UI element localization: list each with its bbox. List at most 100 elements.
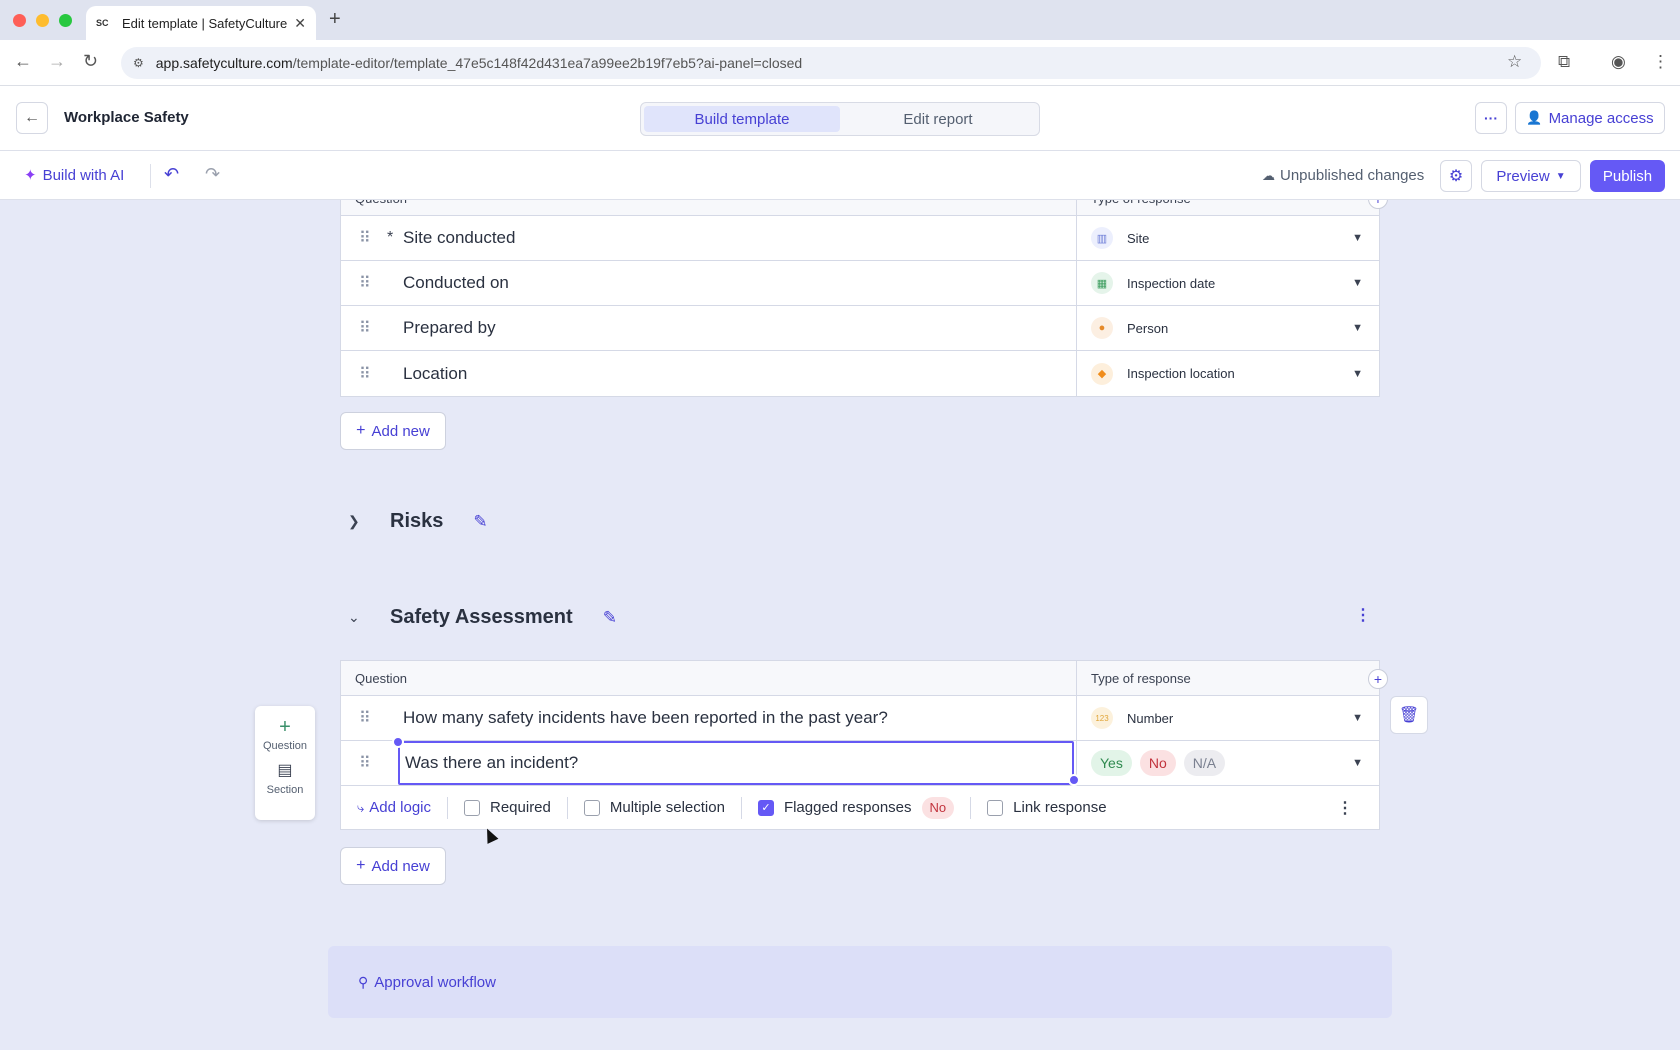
redo-icon[interactable]: ↷ bbox=[205, 164, 220, 185]
response-type-select[interactable]: ▦ Inspection date ▼ bbox=[1077, 261, 1379, 305]
response-type-select[interactable]: ▥ Site ▼ bbox=[1077, 216, 1379, 260]
add-new-button[interactable]: + Add new bbox=[340, 412, 446, 450]
section-title[interactable]: Risks bbox=[390, 510, 443, 533]
drag-handle-icon[interactable]: ⠿ bbox=[359, 708, 371, 728]
table-row[interactable]: ⠿ Prepared by ● Person ▼ bbox=[341, 306, 1379, 351]
response-type-select[interactable]: Yes No N/A ▼ bbox=[1077, 741, 1379, 785]
back-button[interactable]: ← bbox=[16, 102, 48, 134]
question-more-icon[interactable]: ⋮ bbox=[1337, 798, 1353, 818]
chevron-down-icon: ▼ bbox=[1555, 170, 1566, 182]
divider bbox=[447, 796, 448, 819]
table-row[interactable]: ⠿ How many safety incidents have been re… bbox=[341, 696, 1379, 741]
flagged-responses-checkbox[interactable]: ✓ Flagged responses No bbox=[757, 796, 955, 819]
chevron-down-icon[interactable]: ⌄ bbox=[348, 609, 368, 626]
response-type-select[interactable]: ◆ Inspection location ▼ bbox=[1077, 351, 1379, 396]
gear-icon: ⚙ bbox=[1448, 168, 1464, 185]
table-row[interactable]: ⠿ Location ◆ Inspection location ▼ bbox=[341, 351, 1379, 396]
calendar-icon: ▦ bbox=[1091, 272, 1113, 294]
question-text[interactable]: Conducted on bbox=[403, 273, 509, 293]
checkbox-icon bbox=[987, 799, 1004, 816]
delete-question-button[interactable]: 🗑 bbox=[1390, 696, 1428, 734]
browser-tab[interactable]: SC Edit template | SafetyCulture ✕ bbox=[86, 6, 316, 40]
drag-handle-icon[interactable]: ⠿ bbox=[359, 364, 371, 384]
browser-tab-title: Edit template | SafetyCulture bbox=[122, 15, 288, 31]
maximize-window-button[interactable] bbox=[59, 14, 72, 27]
trash-icon: 🗑 bbox=[1398, 707, 1420, 724]
build-with-ai-button[interactable]: ✦ Build with AI bbox=[24, 166, 124, 185]
reload-icon[interactable]: ↻ bbox=[83, 51, 98, 72]
chevron-down-icon: ▼ bbox=[1352, 757, 1363, 769]
back-arrow-icon[interactable]: ← bbox=[14, 51, 32, 72]
approval-workflow-button[interactable]: ⚲ Approval workflow bbox=[328, 946, 1392, 1018]
arrow-left-icon: ← bbox=[24, 109, 40, 126]
column-header-question: Question bbox=[341, 200, 1077, 215]
response-option-na: N/A bbox=[1183, 750, 1226, 776]
settings-button[interactable]: ⚙ bbox=[1440, 160, 1472, 192]
template-canvas[interactable]: Question Type of response + ⠿ * Site con… bbox=[0, 200, 1680, 1050]
section-menu-icon[interactable]: ⋮ bbox=[1355, 605, 1371, 625]
table-row[interactable]: ⠿ Conducted on ▦ Inspection date ▼ bbox=[341, 261, 1379, 306]
drag-handle-icon[interactable]: ⠿ bbox=[359, 318, 371, 338]
resize-handle-top[interactable] bbox=[392, 736, 404, 748]
url-host: app.safetyculture.com bbox=[155, 55, 293, 71]
question-text[interactable]: Location bbox=[403, 364, 467, 384]
new-tab-icon[interactable]: + bbox=[329, 8, 341, 31]
add-logic-button[interactable]: ⤷ Add logic bbox=[357, 799, 431, 816]
drag-handle-icon[interactable]: ⠿ bbox=[359, 228, 371, 248]
publish-button[interactable]: Publish bbox=[1590, 160, 1665, 192]
add-section-button[interactable]: ▤ Section bbox=[267, 760, 304, 796]
multiple-selection-checkbox[interactable]: Multiple selection bbox=[583, 799, 725, 816]
response-type-label: Site bbox=[1127, 230, 1150, 246]
tab-edit-report[interactable]: Edit report bbox=[840, 106, 1036, 132]
add-question-button[interactable]: + Question bbox=[263, 716, 307, 752]
url-field[interactable]: ⚙ app.safetyculture.com/template-editor/… bbox=[121, 47, 1541, 79]
add-new-label: Add new bbox=[371, 422, 430, 440]
close-window-button[interactable] bbox=[13, 14, 26, 27]
chevron-right-icon[interactable]: ❯ bbox=[348, 513, 368, 530]
response-type-select[interactable]: ● Person ▼ bbox=[1077, 306, 1379, 350]
extensions-icon[interactable]: ⧉ bbox=[1558, 52, 1570, 72]
plus-icon: + bbox=[279, 716, 291, 738]
add-new-button[interactable]: + Add new bbox=[340, 847, 446, 885]
response-type-select[interactable]: 123 Number ▼ bbox=[1077, 696, 1379, 740]
browser-address-bar: ← → ↻ ⚙ app.safetyculture.com/template-e… bbox=[0, 40, 1680, 86]
link-response-label: Link response bbox=[1013, 799, 1107, 816]
question-text[interactable]: Prepared by bbox=[403, 318, 496, 338]
checkmark-icon: ✓ bbox=[757, 799, 774, 816]
add-item-panel: + Question ▤ Section bbox=[255, 706, 315, 820]
link-response-checkbox[interactable]: Link response bbox=[987, 799, 1107, 816]
question-text[interactable]: Site conducted bbox=[403, 228, 515, 248]
response-type-label: Inspection date bbox=[1127, 275, 1216, 291]
save-status-label: Unpublished changes bbox=[1280, 167, 1425, 184]
site-info-icon[interactable]: ⚙ bbox=[133, 56, 144, 70]
required-checkbox[interactable]: Required bbox=[464, 799, 551, 816]
question-text: Was there an incident? bbox=[405, 753, 579, 772]
question-text-input[interactable]: Was there an incident? bbox=[398, 741, 1074, 785]
more-options-button[interactable]: ··· bbox=[1475, 102, 1507, 134]
toolbar-divider bbox=[150, 164, 151, 188]
table-row-selected[interactable]: ⠿ Was there an incident? Yes No N/A ▼ bbox=[341, 736, 1379, 786]
safety-question-table: Question Type of response + ⠿ How many s… bbox=[340, 660, 1388, 830]
undo-icon[interactable]: ↶ bbox=[164, 164, 179, 185]
question-text[interactable]: How many safety incidents have been repo… bbox=[403, 708, 888, 728]
section-icon: ▤ bbox=[277, 762, 293, 779]
profile-icon[interactable]: ◉ bbox=[1611, 52, 1626, 72]
pencil-icon[interactable]: ✎ bbox=[603, 608, 617, 628]
divider bbox=[566, 796, 568, 819]
manage-access-button[interactable]: 👤 Manage access bbox=[1515, 102, 1665, 134]
tab-build-template[interactable]: Build template bbox=[644, 106, 840, 132]
flagged-value-badge[interactable]: No bbox=[921, 796, 955, 819]
drag-handle-icon[interactable]: ⠿ bbox=[359, 273, 371, 293]
drag-handle-icon[interactable]: ⠿ bbox=[359, 753, 371, 773]
close-tab-icon[interactable]: ✕ bbox=[294, 15, 306, 32]
browser-menu-icon[interactable]: ⋮ bbox=[1652, 52, 1669, 72]
plus-icon: + bbox=[356, 422, 366, 439]
table-row[interactable]: ⠿ * Site conducted ▥ Site ▼ bbox=[341, 216, 1379, 261]
pencil-icon[interactable]: ✎ bbox=[473, 512, 487, 532]
section-title[interactable]: Safety Assessment bbox=[390, 606, 573, 629]
minimize-window-button[interactable] bbox=[36, 14, 49, 27]
bookmark-star-icon[interactable]: ☆ bbox=[1507, 52, 1522, 72]
preview-button[interactable]: Preview ▼ bbox=[1481, 160, 1581, 192]
forward-arrow-icon[interactable]: → bbox=[48, 51, 66, 72]
add-column-icon[interactable]: + bbox=[1368, 669, 1388, 689]
